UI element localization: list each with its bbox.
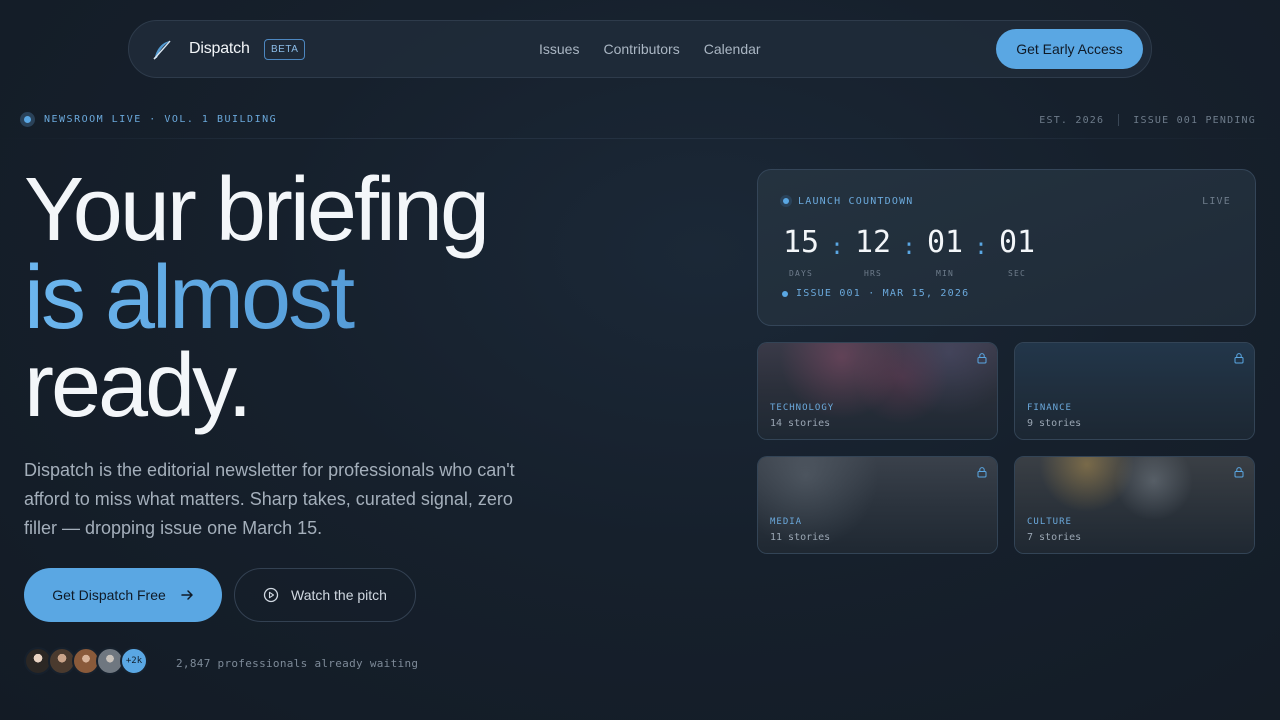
category-story-count: 14 stories bbox=[770, 418, 831, 429]
countdown-minutes: 01 MIN bbox=[926, 225, 964, 279]
newsroom-status: NEWSROOM LIVE · VOL. 1 BUILDING bbox=[20, 112, 277, 127]
category-name: MEDIA bbox=[770, 517, 803, 527]
arrow-right-icon bbox=[181, 590, 193, 600]
category-name: FINANCE bbox=[1027, 403, 1072, 413]
watch-pitch-button[interactable]: Watch the pitch bbox=[234, 568, 416, 622]
hours-value: 12 bbox=[854, 225, 892, 260]
headline-line-2: is almost bbox=[24, 253, 487, 343]
category-story-count: 7 stories bbox=[1027, 532, 1082, 543]
issue-date-text: ISSUE 001 · MAR 15, 2026 bbox=[796, 288, 970, 299]
days-value: 15 bbox=[782, 225, 820, 260]
get-dispatch-free-button[interactable]: Get Dispatch Free bbox=[24, 568, 222, 622]
primary-cta-label: Get Dispatch Free bbox=[52, 587, 166, 603]
get-early-access-button[interactable]: Get Early Access bbox=[996, 29, 1143, 69]
established-text: EST. 2026 bbox=[1039, 114, 1105, 126]
headline-line-1: Your briefing bbox=[24, 160, 490, 260]
feather-pen-icon[interactable] bbox=[149, 37, 175, 63]
category-name: TECHNOLOGY bbox=[770, 403, 835, 413]
countdown-days: 15 DAYS bbox=[782, 225, 820, 279]
secondary-cta-label: Watch the pitch bbox=[291, 587, 387, 603]
nav-links: Issues Contributors Calendar bbox=[539, 41, 761, 57]
hero-description: Dispatch is the editorial newsletter for… bbox=[24, 460, 515, 538]
waitlist-avatars: +2k bbox=[24, 647, 148, 675]
nav-link-contributors[interactable]: Contributors bbox=[603, 41, 679, 57]
issue-date-line: ISSUE 001 · MAR 15, 2026 bbox=[782, 288, 969, 299]
category-tile-technology[interactable]: TECHNOLOGY 14 stories bbox=[757, 342, 998, 440]
lock-icon bbox=[1234, 467, 1244, 478]
lock-icon bbox=[977, 467, 987, 478]
lock-icon bbox=[977, 353, 987, 364]
countdown-hours: 12 HRS bbox=[854, 225, 892, 279]
beta-badge: BETA bbox=[264, 39, 306, 60]
divider bbox=[1118, 114, 1120, 126]
countdown-seconds: 01 SEC bbox=[998, 225, 1036, 279]
countdown-timer: 15 DAYS : 12 HRS : 01 MIN : 01 SEC bbox=[782, 225, 1036, 279]
hero-headline: Your briefing is almost ready. bbox=[24, 160, 490, 436]
waitlist-count-text: 2,847 professionals already waiting bbox=[176, 657, 419, 670]
category-tile-finance[interactable]: FINANCE 9 stories bbox=[1014, 342, 1255, 440]
minutes-label: MIN bbox=[935, 269, 955, 278]
live-label: LIVE bbox=[1202, 196, 1231, 207]
colon-separator: : bbox=[830, 235, 844, 260]
minutes-value: 01 bbox=[926, 225, 964, 260]
lock-icon bbox=[1234, 353, 1244, 364]
dot-icon bbox=[782, 290, 788, 297]
category-story-count: 9 stories bbox=[1027, 418, 1082, 429]
launch-countdown-card: LAUNCH COUNTDOWN LIVE 15 DAYS : 12 HRS :… bbox=[757, 169, 1256, 326]
colon-separator: : bbox=[974, 235, 988, 260]
live-indicator-icon bbox=[20, 112, 35, 127]
seconds-value: 01 bbox=[998, 225, 1036, 260]
seconds-label: SEC bbox=[1007, 269, 1027, 278]
nav-link-calendar[interactable]: Calendar bbox=[704, 41, 761, 57]
divider bbox=[0, 138, 1280, 139]
countdown-header: LAUNCH COUNTDOWN bbox=[780, 195, 914, 207]
category-tile-media[interactable]: MEDIA 11 stories bbox=[757, 456, 998, 554]
more-members-badge: +2k bbox=[120, 647, 148, 675]
top-nav: Dispatch BETA Issues Contributors Calend… bbox=[128, 20, 1152, 78]
days-label: DAYS bbox=[788, 269, 814, 278]
brand-name[interactable]: Dispatch bbox=[189, 40, 250, 58]
category-tile-culture[interactable]: CULTURE 7 stories bbox=[1014, 456, 1255, 554]
category-name: CULTURE bbox=[1027, 517, 1072, 527]
edition-info: EST. 2026 ISSUE 001 PENDING bbox=[1039, 114, 1256, 126]
live-indicator-icon bbox=[780, 195, 792, 207]
issue-pending-text: ISSUE 001 PENDING bbox=[1133, 114, 1256, 126]
newsroom-status-text: NEWSROOM LIVE · VOL. 1 BUILDING bbox=[44, 114, 278, 125]
countdown-title: LAUNCH COUNTDOWN bbox=[798, 195, 914, 207]
hours-label: HRS bbox=[863, 269, 883, 278]
colon-separator: : bbox=[902, 235, 916, 260]
play-circle-icon bbox=[263, 587, 279, 603]
nav-link-issues[interactable]: Issues bbox=[539, 41, 579, 57]
category-story-count: 11 stories bbox=[770, 532, 831, 543]
headline-line-3: ready. bbox=[24, 336, 252, 436]
